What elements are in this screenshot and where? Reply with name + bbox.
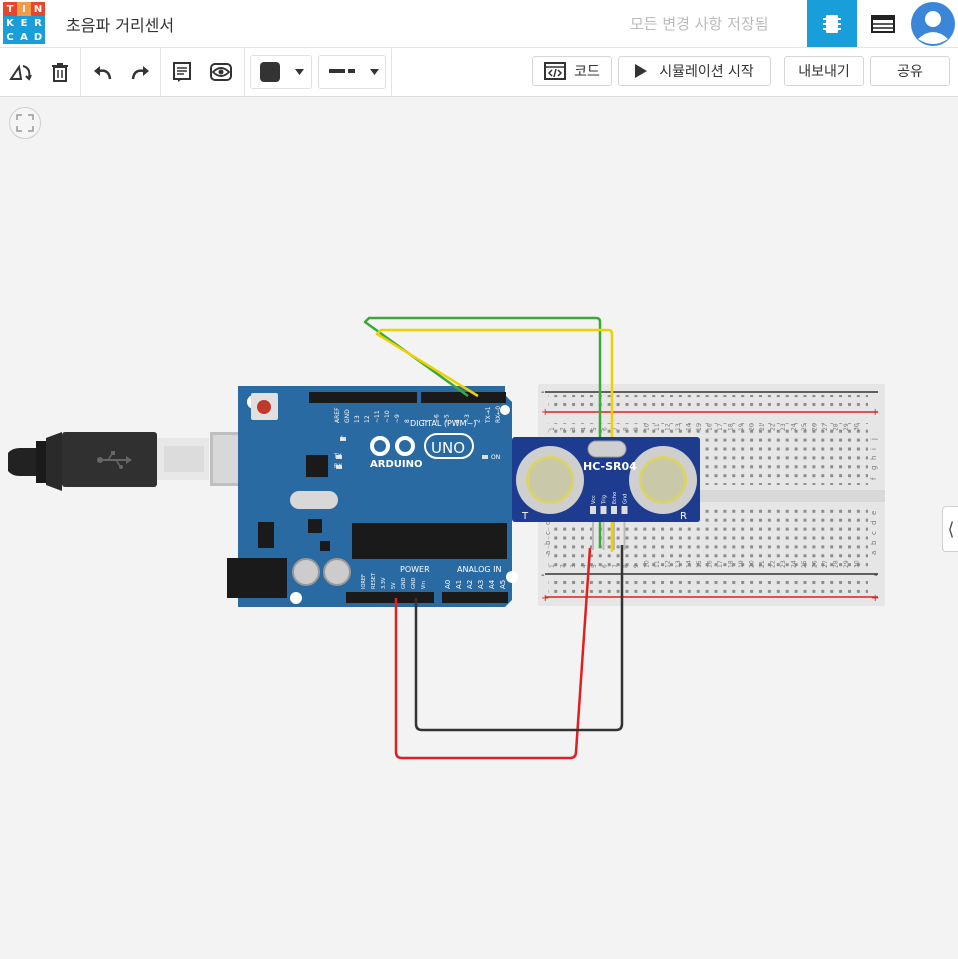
circuit-canvas[interactable] — [0, 97, 958, 959]
logo-letter: T — [3, 2, 17, 16]
circuit-view-button[interactable] — [807, 0, 857, 47]
share-button[interactable]: 공유 — [870, 56, 950, 86]
logo-letter: R — [31, 16, 45, 30]
visibility-icon — [210, 63, 232, 81]
logo-letter: E — [17, 16, 31, 30]
fill-color-dropdown[interactable] — [250, 55, 312, 89]
user-avatar[interactable] — [908, 0, 958, 47]
toolbar-divider — [80, 48, 81, 96]
logo-letter: A — [17, 30, 31, 44]
chevron-down-icon — [295, 69, 304, 75]
code-button[interactable]: 코드 — [532, 56, 612, 86]
color-swatch — [260, 62, 280, 82]
fit-view-icon — [16, 114, 34, 132]
toolbar-divider — [244, 48, 245, 96]
toolbar-divider — [391, 48, 392, 96]
undo-icon — [94, 66, 112, 80]
toolbar-divider — [160, 48, 161, 96]
logo-letter: D — [31, 30, 45, 44]
fit-view-button[interactable] — [9, 107, 41, 139]
delete-button[interactable] — [48, 60, 72, 84]
redo-icon — [131, 66, 149, 80]
rotate-button[interactable] — [9, 60, 33, 84]
share-label: 공유 — [897, 64, 923, 80]
edit-toolbar: 코드 시뮬레이션 시작 내보내기 공유 — [0, 48, 958, 97]
logo-letter: C — [3, 30, 17, 44]
code-label: 코드 — [574, 64, 600, 80]
rotate-icon — [9, 64, 32, 81]
project-title[interactable]: 초음파 거리센서 — [66, 12, 174, 36]
component-list-button[interactable] — [858, 0, 908, 47]
redo-button[interactable] — [129, 60, 153, 84]
chevron-down-icon — [370, 69, 379, 75]
tinkercad-logo[interactable]: TINKERCAD — [3, 2, 45, 44]
top-bar: TINKERCAD 초음파 거리센서 모든 변경 사항 저장됨 — [0, 0, 958, 48]
component-list-icon — [871, 14, 895, 33]
save-status: 모든 변경 사항 저장됨 — [630, 15, 769, 33]
export-label: 내보내기 — [798, 64, 850, 80]
play-icon — [635, 64, 648, 78]
delete-icon — [52, 63, 68, 82]
chevron-left-icon: ⟨ — [947, 518, 955, 540]
panel-toggle[interactable]: ⟨ — [942, 506, 958, 552]
user-avatar-icon — [911, 1, 955, 46]
start-simulation-label: 시뮬레이션 시작 — [659, 64, 754, 80]
visibility-button[interactable] — [209, 60, 233, 84]
notes-button[interactable] — [170, 60, 194, 84]
code-icon — [544, 62, 567, 80]
export-button[interactable]: 내보내기 — [784, 56, 864, 86]
line-style-icon — [329, 69, 355, 73]
circuit-view-icon — [823, 14, 841, 33]
logo-letter: I — [17, 2, 31, 16]
start-simulation-button[interactable]: 시뮬레이션 시작 — [618, 56, 771, 86]
undo-button[interactable] — [90, 60, 114, 84]
logo-letter: N — [31, 2, 45, 16]
line-style-dropdown[interactable] — [318, 55, 386, 89]
notes-icon — [173, 62, 191, 82]
logo-letter: K — [3, 16, 17, 30]
